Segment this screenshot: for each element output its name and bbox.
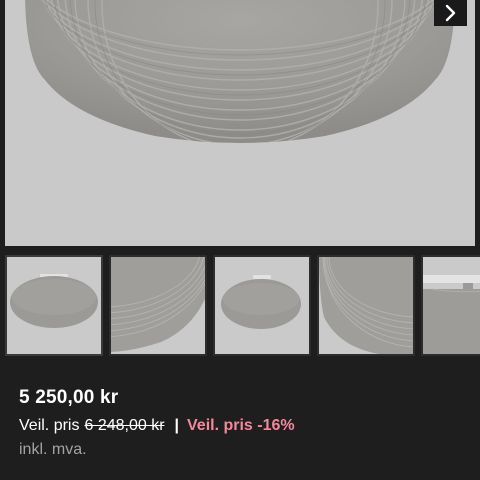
next-image-button[interactable] <box>434 0 467 26</box>
thumbnail-strip[interactable] <box>0 255 480 356</box>
thumbnail-4[interactable] <box>317 255 415 356</box>
thumbnail-5[interactable] <box>421 255 480 356</box>
lamp-thumbnail-image <box>221 275 301 329</box>
lamp-closeup-thumbnail-image <box>319 257 413 354</box>
current-price: 5 250,00 kr <box>19 387 119 408</box>
lamp-shade-closeup-image <box>25 0 455 143</box>
compare-price-value: 6 248,00 kr <box>84 417 165 434</box>
discount-label: Veil. pris -16% <box>187 417 295 434</box>
price-separator: | <box>174 417 180 434</box>
compare-price-row: Veil. pris 6 248,00 kr | Veil. pris -16% <box>19 416 295 436</box>
product-main-image[interactable] <box>5 0 475 246</box>
thumbnail-3[interactable] <box>213 255 311 356</box>
lamp-thumbnail-image <box>423 275 480 354</box>
lamp-thumbnail-image <box>10 274 98 328</box>
chevron-right-icon <box>445 4 455 22</box>
thumbnail-2[interactable] <box>109 255 207 356</box>
lamp-closeup-thumbnail-image <box>111 257 205 352</box>
price-block: 5 250,00 kr Veil. pris 6 248,00 kr | Vei… <box>19 386 295 460</box>
vat-note: inkl. mva. <box>19 441 87 458</box>
thumbnail-1[interactable] <box>5 255 103 356</box>
compare-price-label: Veil. pris <box>19 417 80 434</box>
